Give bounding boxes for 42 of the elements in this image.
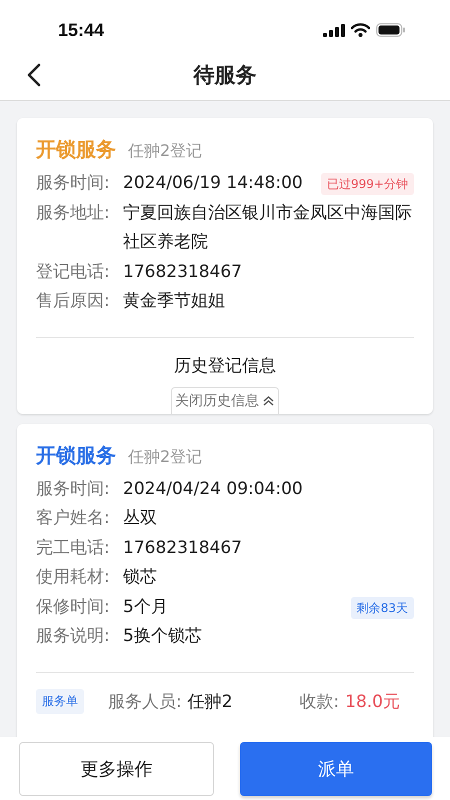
field-value: 5换个锁芯 <box>123 625 203 648</box>
field-value: 2024/06/19 14:48:00 <box>123 172 304 195</box>
staff-name: 任翀2 <box>188 690 233 712</box>
service-title: 开锁服务 <box>36 136 116 163</box>
collapse-history-button[interactable]: 关闭历史信息 <box>171 386 279 414</box>
status-time: 15:44 <box>58 20 104 40</box>
field-label: 服务地址: <box>36 202 111 224</box>
field-value: 黄金季节姐姐 <box>123 290 226 313</box>
service-title: 开锁服务 <box>36 442 116 468</box>
battery-icon <box>376 23 406 37</box>
back-icon[interactable] <box>27 63 41 87</box>
dispatch-button[interactable]: 派单 <box>240 742 432 796</box>
field-value: 宁夏回族自治区银川市金凤区中海国际社区养老院 <box>123 202 413 254</box>
field-value: 17682318467 <box>123 536 243 560</box>
field-value: 丛双 <box>123 507 158 530</box>
amount-value: 18.0元 <box>345 690 400 712</box>
field-label: 完工电话: <box>36 536 111 560</box>
field-label: 使用耗材: <box>36 566 111 589</box>
field-label: 服务时间: <box>36 478 111 500</box>
registrar-label: 任翀2登记 <box>128 141 202 162</box>
status-tag: 剩余83天 <box>350 596 414 618</box>
staff-label: 服务人员: <box>108 690 182 712</box>
amount-label: 收款: <box>299 690 340 712</box>
field-label: 服务说明: <box>36 625 111 648</box>
field-label: 客户姓名: <box>36 507 111 530</box>
chevron-up-icon <box>263 396 274 406</box>
field-label: 服务时间: <box>36 172 111 195</box>
field-value: 锁芯 <box>123 566 158 589</box>
history-heading: 历史登记信息 <box>173 354 277 378</box>
field-value: 2024/04/24 09:04:00 <box>123 478 304 500</box>
field-label: 登记电话: <box>36 260 111 284</box>
registrar-label: 任翀2登记 <box>128 446 202 468</box>
signal-icon <box>323 24 345 36</box>
more-actions-button[interactable]: 更多操作 <box>19 742 214 796</box>
field-label: 售后原因: <box>36 290 111 313</box>
field-value: 5个月 <box>123 596 169 618</box>
field-value: 17682318467 <box>123 260 243 284</box>
order-type-badge: 服务单 <box>36 688 84 714</box>
page-title: 待服务 <box>194 62 256 89</box>
wifi-icon <box>351 23 370 37</box>
field-label: 保修时间: <box>36 596 111 618</box>
status-tag: 已过999+分钟 <box>321 173 414 195</box>
